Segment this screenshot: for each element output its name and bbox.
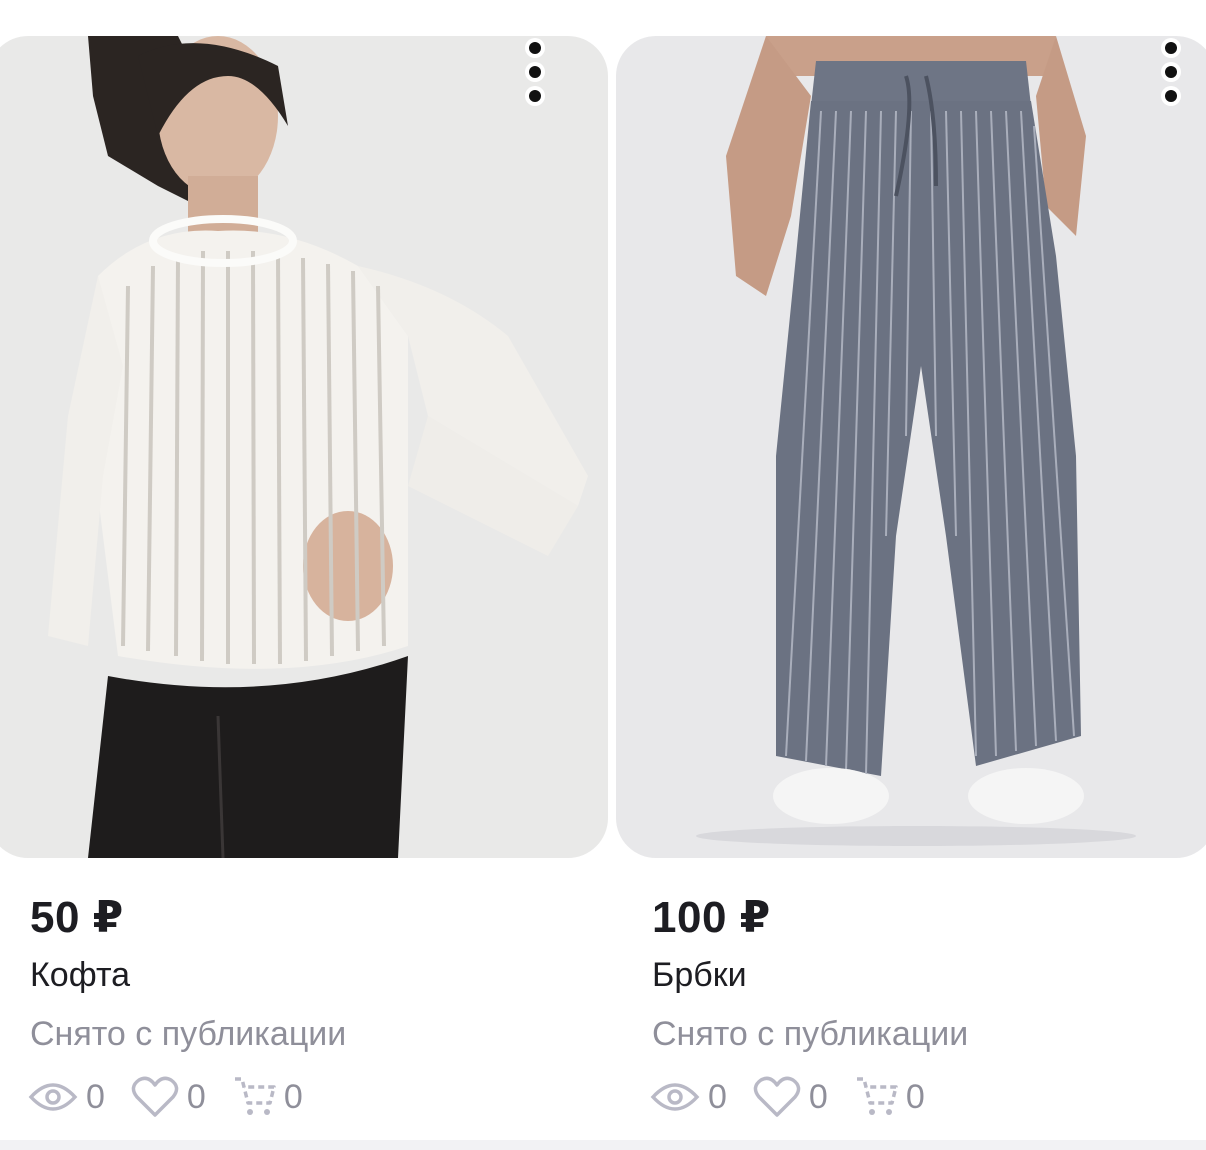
listing-stats: 0 0 0 <box>650 1072 951 1122</box>
cart-icon <box>856 1077 898 1115</box>
more-options-button[interactable] <box>1156 38 1186 110</box>
listing-price: 100 ₽ <box>652 893 771 942</box>
likes-stat: 0 <box>753 1075 828 1119</box>
listing-title[interactable]: Брбки <box>652 956 747 995</box>
likes-count: 0 <box>186 1077 206 1116</box>
more-vertical-icon <box>525 38 545 106</box>
likes-count: 0 <box>808 1077 828 1116</box>
eye-icon <box>28 1083 78 1111</box>
likes-stat: 0 <box>131 1075 206 1119</box>
listing-title[interactable]: Кофта <box>30 956 130 995</box>
listing-photo-trousers[interactable] <box>616 36 1206 858</box>
cart-stat: 0 <box>854 1075 925 1119</box>
more-vertical-icon <box>1161 38 1181 106</box>
more-options-button[interactable] <box>520 38 550 110</box>
listing-card-2[interactable]: 100 ₽ Брбки Снято с публикации 0 0 0 <box>616 0 1206 1150</box>
trousers-photo-illustration <box>616 36 1206 858</box>
views-stat: 0 <box>28 1078 105 1117</box>
sweater-photo-illustration <box>0 36 608 858</box>
heart-icon <box>131 1076 179 1117</box>
listing-card-1[interactable]: 50 ₽ Кофта Снято с публикации 0 0 0 <box>0 0 608 1150</box>
listing-stats: 0 0 0 <box>28 1072 329 1122</box>
heart-icon <box>753 1076 801 1117</box>
eye-icon <box>650 1083 700 1111</box>
views-count: 0 <box>86 1077 105 1116</box>
listing-photo-sweater[interactable] <box>0 36 608 858</box>
listing-status: Снято с публикации <box>30 1015 347 1053</box>
listing-price: 50 ₽ <box>30 893 124 942</box>
listing-status: Снято с публикации <box>652 1015 969 1053</box>
bottom-divider <box>0 1140 1206 1150</box>
cart-count: 0 <box>905 1077 925 1116</box>
cart-icon <box>234 1077 276 1115</box>
cart-stat: 0 <box>232 1075 303 1119</box>
views-stat: 0 <box>650 1078 727 1117</box>
cart-count: 0 <box>283 1077 303 1116</box>
views-count: 0 <box>708 1077 727 1116</box>
